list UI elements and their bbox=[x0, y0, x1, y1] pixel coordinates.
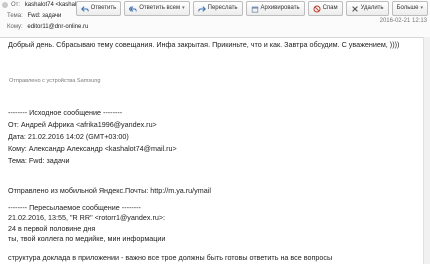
forwarded-line-2: ты, твой коллега по медийке, мин информа… bbox=[8, 234, 166, 243]
spam-label: Спам bbox=[322, 5, 338, 11]
original-subject: Тема: Fwd: задачи bbox=[8, 156, 70, 165]
message-toolbar: Ответить Ответить всем ▾ Переслать Архив… bbox=[75, 1, 428, 16]
reply-all-label: Ответить всем bbox=[139, 5, 181, 11]
device-signature: Отправлено с устройства Samsung bbox=[9, 78, 101, 84]
subject-value: Fwd: задачи bbox=[27, 13, 62, 19]
reply-label: Ответить bbox=[90, 5, 117, 11]
original-from: От: Андрей Африка <afrika1996@yandex.ru> bbox=[8, 120, 157, 129]
delete-label: Удалить bbox=[360, 5, 384, 11]
message-date: 2016-02-21 12:13 bbox=[379, 18, 427, 24]
sender-avatar bbox=[2, 2, 8, 8]
more-label: Больше bbox=[396, 5, 419, 11]
delete-icon bbox=[351, 5, 358, 12]
to-value[interactable]: editor11@dnr-online.ru bbox=[27, 24, 88, 30]
reply-icon bbox=[80, 5, 89, 12]
yandex-signature: Отправлено из мобильной Яндекс.Почты: ht… bbox=[8, 186, 211, 195]
original-date: Дата: 21.02.2016 14:02 (GMT+03:00) bbox=[8, 132, 129, 141]
subject-row: Тема: Fwd: задачи bbox=[7, 13, 61, 19]
vertical-scrollbar[interactable] bbox=[423, 37, 430, 264]
delete-button[interactable]: Удалить bbox=[345, 1, 389, 16]
greeting-text: Добрый день. Сбрасываю тему совещания. И… bbox=[8, 40, 400, 49]
forwarded-line-1: 24 в первой половине дня bbox=[8, 224, 96, 233]
from-label: От: bbox=[11, 2, 21, 8]
chevron-down-icon[interactable]: ▾ bbox=[182, 2, 185, 15]
forward-label: Переслать bbox=[207, 5, 238, 11]
archive-icon bbox=[251, 6, 258, 13]
original-to: Кому: Александр Александр <kashalot74@ma… bbox=[8, 144, 177, 153]
reply-button[interactable]: Ответить bbox=[75, 1, 122, 16]
forwarded-header: -------- Пересылаемое сообщение -------- bbox=[8, 203, 141, 212]
chevron-down-icon: ▾ bbox=[420, 5, 423, 11]
spam-icon bbox=[313, 4, 321, 13]
to-row: Кому: editor11@dnr-online.ru bbox=[7, 24, 88, 30]
forwarded-meta: 21.02.2016, 13:55, "R RR" <rotorr1@yande… bbox=[8, 213, 166, 222]
archive-label: Архивировать bbox=[260, 5, 300, 11]
forward-icon bbox=[197, 5, 206, 12]
message-header: От: kashalot74 <kashalot74@mail.ru> Тема… bbox=[0, 0, 430, 38]
spam-button[interactable]: Спам bbox=[307, 1, 343, 16]
to-label: Кому: bbox=[7, 24, 23, 30]
more-button[interactable]: Больше ▾ bbox=[391, 1, 428, 16]
archive-button[interactable]: Архивировать bbox=[245, 1, 305, 16]
reply-all-icon bbox=[129, 5, 137, 12]
forwarded-line-3: структура доклада в приложении - важно в… bbox=[8, 253, 333, 262]
forward-button[interactable]: Переслать bbox=[192, 1, 243, 16]
reply-all-button[interactable]: Ответить всем ▾ bbox=[124, 1, 190, 16]
original-header: -------- Исходное сообщение -------- bbox=[8, 108, 123, 117]
subject-label: Тема: bbox=[7, 13, 23, 19]
